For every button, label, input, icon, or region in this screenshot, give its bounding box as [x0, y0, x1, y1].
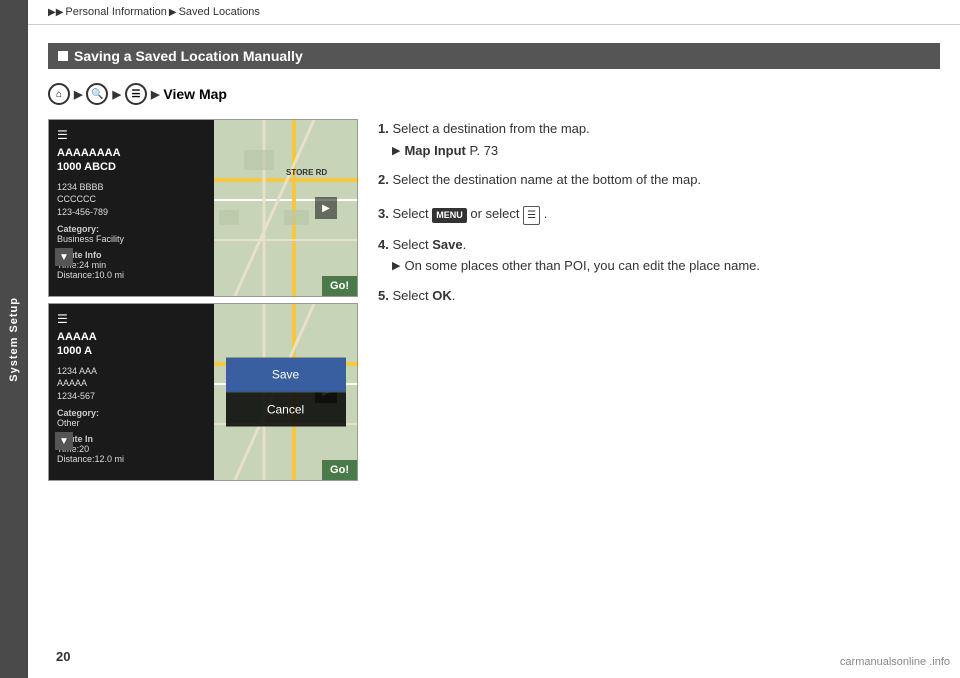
instruction-4: 4. Select Save. ▶ On some places other t…	[378, 235, 940, 276]
menu-button-inline: MENU	[432, 208, 467, 224]
menu-icon: ☰	[125, 83, 147, 105]
category-value-2: Other	[57, 418, 206, 428]
play-btn-1[interactable]: ▶	[315, 197, 337, 219]
step-3-num: 3.	[378, 206, 389, 221]
breadcrumb-item-1: Personal Information	[65, 6, 167, 18]
sidebar-label: System Setup	[8, 297, 20, 382]
category-label-1: Category:	[57, 224, 206, 234]
cancel-button[interactable]: Cancel	[226, 393, 346, 427]
step-3-suffix: .	[544, 206, 548, 221]
step-1-sub-arrow: ▶	[392, 143, 400, 160]
step-4-sub-text: On some places other than POI, you can e…	[404, 256, 760, 276]
location-name-1: AAAAAAAA1000 ABCD	[57, 146, 206, 175]
page-number: 20	[56, 649, 70, 664]
nav-arrow-2: ▶	[112, 88, 120, 101]
step-3-mid: or select	[470, 206, 523, 221]
watermark: carmanualsonline .info	[840, 656, 950, 668]
list-button-inline: ☰	[523, 206, 540, 225]
step-4-prefix: Select Save.	[392, 237, 466, 252]
category-value-1: Business Facility	[57, 234, 206, 244]
two-col-layout: ☰ AAAAAAAA1000 ABCD 1234 BBBBCCCCCC123-4…	[48, 119, 940, 481]
address-2: 1234 AAAAAAAA1234-567	[57, 365, 206, 403]
nav-row: ⌂ ▶ 🔍 ▶ ☰ ▶ View Map	[48, 83, 940, 105]
step-1-sub: ▶ Map Input P. 73	[378, 141, 940, 161]
search-icon: 🔍	[86, 83, 108, 105]
save-cancel-dialog: Save Cancel	[226, 358, 346, 427]
screenshot-2: ☰ AAAAA1000 A 1234 AAAAAAAA1234-567 Cate…	[48, 303, 358, 481]
content-area: Saving a Saved Location Manually ⌂ ▶ 🔍 ▶…	[28, 25, 960, 501]
route-dist-2: Distance:12.0 mi	[57, 454, 206, 464]
menu-icon-2: ☰	[57, 312, 206, 326]
nav-arrow-3: ▶	[151, 88, 159, 101]
step-4-sub: ▶ On some places other than POI, you can…	[378, 256, 940, 276]
map-area-1: STORE RD ▶ Go!	[214, 120, 357, 296]
breadcrumb-item-2: Saved Locations	[179, 6, 260, 18]
instruction-2: 2. Select the destination name at the bo…	[378, 170, 940, 190]
instruction-1: 1. Select a destination from the map. ▶ …	[378, 119, 940, 160]
step-2-text: Select the destination name at the botto…	[392, 172, 701, 187]
route-info-2: Route In	[57, 434, 206, 444]
map-area-2: ▶ Go! Save Cancel	[214, 304, 357, 480]
instruction-5: 5. Select OK.	[378, 286, 940, 306]
screenshot-1: ☰ AAAAAAAA1000 ABCD 1234 BBBBCCCCCC123-4…	[48, 119, 358, 297]
nav-arrow-1: ▶	[74, 88, 82, 101]
category-label-2: Category:	[57, 408, 206, 418]
go-btn-2[interactable]: Go!	[322, 460, 357, 480]
step-1-text: Select a destination from the map.	[392, 121, 589, 136]
svg-text:STORE RD: STORE RD	[286, 168, 327, 177]
breadcrumb-arrow-2: ▶	[169, 7, 177, 18]
step-3-prefix: Select	[392, 206, 432, 221]
section-title: Saving a Saved Location Manually	[74, 48, 303, 64]
step-5-num: 5.	[378, 288, 389, 303]
step-1-sub-text: Map Input P. 73	[404, 141, 498, 161]
sidebar: System Setup	[0, 0, 28, 678]
location-name-2: AAAAA1000 A	[57, 330, 206, 359]
nav-label: View Map	[163, 86, 227, 102]
step-1-num: 1.	[378, 121, 389, 136]
route-dist-1: Distance:10.0 mi	[57, 270, 206, 280]
screenshots-col: ☰ AAAAAAAA1000 ABCD 1234 BBBBCCCCCC123-4…	[48, 119, 358, 481]
main-content: ▶▶ Personal Information ▶ Saved Location…	[28, 0, 960, 678]
section-header: Saving a Saved Location Manually	[48, 43, 940, 69]
menu-icon-1: ☰	[57, 128, 206, 142]
breadcrumb-arrow-1: ▶▶	[48, 7, 63, 18]
save-button[interactable]: Save	[226, 358, 346, 393]
info-panel-2: ☰ AAAAA1000 A 1234 AAAAAAAA1234-567 Cate…	[49, 304, 214, 480]
step-4-num: 4.	[378, 237, 389, 252]
down-arrow-btn-1[interactable]: ▼	[55, 248, 73, 266]
instructions-col: 1. Select a destination from the map. ▶ …	[378, 119, 940, 481]
step-4-sub-arrow: ▶	[392, 258, 400, 275]
section-icon	[58, 51, 68, 61]
step-2-num: 2.	[378, 172, 389, 187]
down-arrow-btn-2[interactable]: ▼	[55, 432, 73, 450]
route-time-2: Time:20	[57, 444, 206, 454]
route-time-1: Time:24 min	[57, 260, 206, 270]
instruction-3: 3. Select MENU or select ☰ .	[378, 204, 940, 225]
step-5-text: Select OK.	[392, 288, 455, 303]
info-panel-1: ☰ AAAAAAAA1000 ABCD 1234 BBBBCCCCCC123-4…	[49, 120, 214, 296]
address-1: 1234 BBBBCCCCCC123-456-789	[57, 181, 206, 219]
home-icon: ⌂	[48, 83, 70, 105]
route-info-1: Route Info	[57, 250, 206, 260]
go-btn-1[interactable]: Go!	[322, 276, 357, 296]
breadcrumb: ▶▶ Personal Information ▶ Saved Location…	[28, 0, 960, 25]
